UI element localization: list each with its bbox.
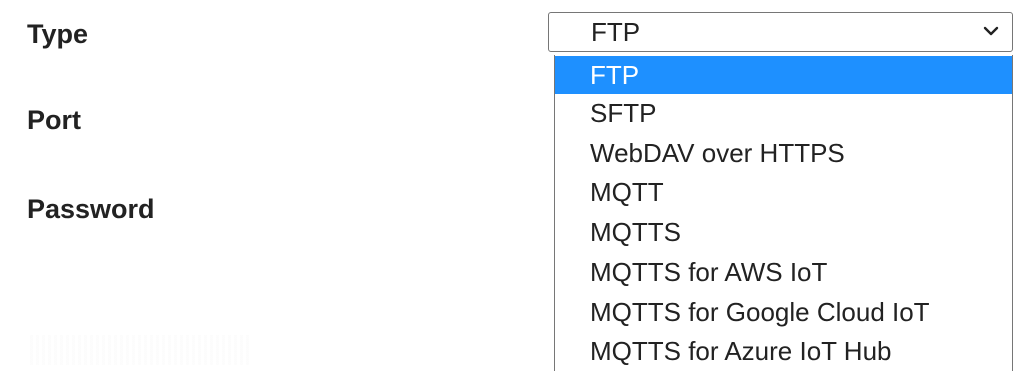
connection-settings-form: Type Port Password FTP FTP SFTP WebDAV o… — [0, 0, 1025, 371]
chevron-down-icon — [983, 26, 999, 36]
option-ftp[interactable]: FTP — [555, 56, 1012, 94]
type-select-value: FTP — [591, 17, 641, 47]
option-mqtts-azure-iot-hub[interactable]: MQTTS for Azure IoT Hub — [555, 332, 1012, 370]
obscured-background-text — [30, 335, 250, 365]
type-label: Type — [27, 19, 89, 49]
option-webdav-over-https[interactable]: WebDAV over HTTPS — [555, 134, 1012, 172]
port-label: Port — [27, 105, 81, 135]
option-sftp[interactable]: SFTP — [555, 94, 1012, 132]
option-mqtts[interactable]: MQTTS — [555, 213, 1012, 251]
option-mqtts-aws-iot[interactable]: MQTTS for AWS IoT — [555, 253, 1012, 291]
type-dropdown-list: FTP SFTP WebDAV over HTTPS MQTT MQTTS MQ… — [554, 55, 1013, 371]
password-label: Password — [27, 194, 155, 224]
type-select[interactable]: FTP — [548, 12, 1013, 52]
option-mqtts-google-cloud-iot[interactable]: MQTTS for Google Cloud IoT — [555, 293, 1012, 331]
option-mqtt[interactable]: MQTT — [555, 173, 1012, 211]
